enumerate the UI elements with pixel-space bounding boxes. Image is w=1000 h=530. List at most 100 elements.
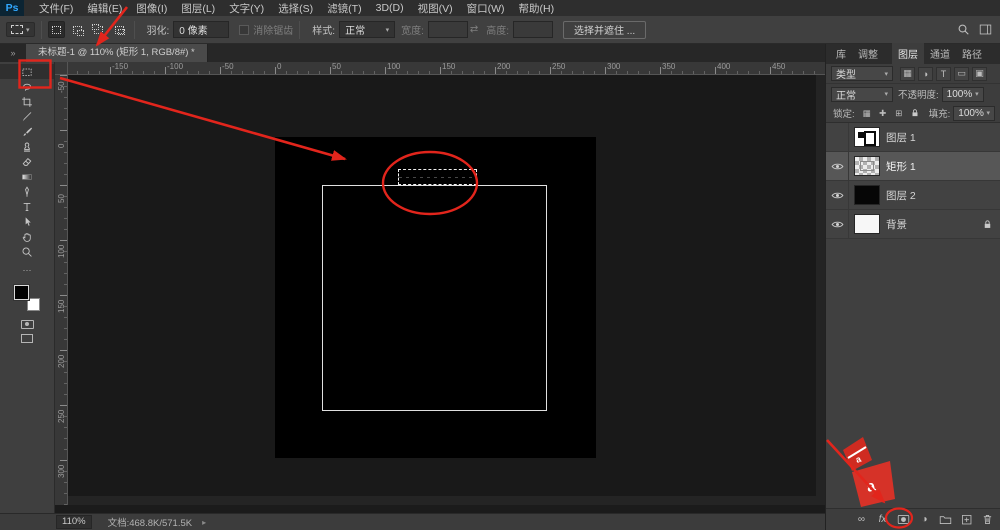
swap-dimensions-icon[interactable]: ⇄ <box>470 24 478 35</box>
intersect-selection-icon[interactable] <box>111 21 128 38</box>
visibility-toggle[interactable] <box>826 152 849 180</box>
visibility-toggle[interactable] <box>826 210 849 238</box>
quick-mask-icon[interactable] <box>0 317 54 331</box>
menu-item-3[interactable]: 图层(L) <box>174 1 222 16</box>
marquee-selection[interactable] <box>398 169 477 185</box>
lock-position-icon[interactable]: ⊞ <box>892 107 906 120</box>
add-to-selection-icon[interactable] <box>69 21 86 38</box>
panel-tab-3[interactable]: 通道 <box>924 43 956 64</box>
new-selection-icon[interactable] <box>48 21 65 38</box>
menu-item-9[interactable]: 窗口(W) <box>460 1 512 16</box>
layer-row-1[interactable]: 矩形 1 <box>826 152 1000 181</box>
panel-tab-0[interactable]: 库 <box>830 43 852 64</box>
shape-layers-filter-icon[interactable]: ▭ <box>954 67 969 81</box>
menu-item-0[interactable]: 文件(F) <box>32 1 80 16</box>
opacity-dropdown[interactable]: 100%▾ <box>942 87 984 102</box>
width-input[interactable] <box>428 21 468 38</box>
new-layer-button[interactable] <box>959 512 974 527</box>
feather-input[interactable]: 0 像素 <box>173 21 229 38</box>
width-label: 宽度: <box>401 22 424 37</box>
toolbar-ellipsis-icon[interactable]: ··· <box>0 263 54 277</box>
new-group-button[interactable] <box>938 512 953 527</box>
lock-transparent-icon[interactable]: ▦ <box>860 107 874 120</box>
filter-type-dropdown[interactable]: 类型▾ <box>831 66 893 81</box>
rectangular-marquee-tool[interactable] <box>0 64 54 79</box>
adjustment-layer-button[interactable]: ◑ <box>917 512 932 527</box>
style-value: 正常 <box>345 22 365 37</box>
search-icon[interactable] <box>954 21 972 39</box>
vertical-scrollbar[interactable] <box>816 75 825 505</box>
eyedropper-tool[interactable] <box>0 109 54 124</box>
document-info: 文档:468.8K/571.5K <box>108 515 193 529</box>
ruler-label: 200 <box>497 62 510 71</box>
ruler-label: -50 <box>57 81 66 93</box>
tool-preset-dropdown[interactable]: ▾ <box>6 22 35 37</box>
layer-row-2[interactable]: 图层 2 <box>826 181 1000 210</box>
style-dropdown[interactable]: 正常▾ <box>339 21 395 38</box>
eraser-tool[interactable] <box>0 154 54 169</box>
document-tab[interactable]: 未标题-1 @ 110% (矩形 1, RGB/8#) * <box>26 44 208 62</box>
ruler-label: 350 <box>662 62 675 71</box>
type-layers-filter-icon[interactable]: T <box>936 67 951 81</box>
subtract-from-selection-icon[interactable] <box>90 21 107 38</box>
visibility-toggle[interactable] <box>826 181 849 209</box>
blend-mode-dropdown[interactable]: 正常▾ <box>831 87 893 102</box>
adjustment-layers-filter-icon[interactable]: ◑ <box>918 67 933 81</box>
panel-tab-4[interactable]: 路径 <box>956 43 988 64</box>
pixel-layers-filter-icon[interactable]: ▦ <box>900 67 915 81</box>
path-selection-tool[interactable] <box>0 214 54 229</box>
foreground-color-swatch[interactable] <box>14 285 29 300</box>
ruler-label: -50 <box>222 62 234 71</box>
pen-tool[interactable] <box>0 184 54 199</box>
crop-tool[interactable] <box>0 94 54 109</box>
layer-row-3[interactable]: 背景 <box>826 210 1000 239</box>
lock-all-icon[interactable] <box>908 107 922 120</box>
antialias-checkbox[interactable]: 消除锯齿 <box>239 22 293 37</box>
delete-layer-button[interactable] <box>980 512 995 527</box>
add-layer-mask-button[interactable] <box>896 512 911 527</box>
menu-item-2[interactable]: 图像(I) <box>129 1 174 16</box>
gradient-tool[interactable] <box>0 169 54 184</box>
lock-pixels-icon[interactable]: ✚ <box>876 107 890 120</box>
horizontal-scrollbar[interactable] <box>68 496 816 505</box>
fill-dropdown[interactable]: 100%▾ <box>953 106 995 121</box>
layer-style-fx-button[interactable]: fx <box>875 512 890 527</box>
layer-name: 背景 <box>886 217 907 232</box>
document-canvas[interactable] <box>275 137 596 458</box>
visibility-toggle[interactable] <box>826 123 849 151</box>
clone-stamp-tool[interactable] <box>0 139 54 154</box>
hand-tool[interactable] <box>0 229 54 244</box>
layer-thumbnail[interactable] <box>854 185 880 205</box>
layer-row-0[interactable]: 图层 1 <box>826 123 1000 152</box>
lasso-tool[interactable] <box>0 79 54 94</box>
zoom-tool[interactable] <box>0 244 54 259</box>
workspace-icon[interactable] <box>976 21 994 39</box>
menu-item-8[interactable]: 视图(V) <box>411 1 460 16</box>
layer-thumbnail[interactable] <box>854 156 880 176</box>
brush-tool[interactable] <box>0 124 54 139</box>
menu-item-1[interactable]: 编辑(E) <box>80 1 129 16</box>
link-layers-button[interactable]: ∞ <box>854 512 869 527</box>
color-swatches[interactable] <box>14 285 40 311</box>
zoom-level-field[interactable]: 110% <box>56 515 92 529</box>
photoshop-logo[interactable]: Ps <box>0 0 24 16</box>
toolbar-collapse-icon[interactable]: » <box>0 44 26 62</box>
layer-thumbnail[interactable] <box>854 214 880 234</box>
menu-item-4[interactable]: 文字(Y) <box>222 1 271 16</box>
height-input[interactable] <box>513 21 553 38</box>
canvas-area[interactable] <box>68 75 817 505</box>
panel-tab-2[interactable]: 图层 <box>892 43 924 64</box>
status-caret-icon[interactable]: ▸ <box>202 518 206 527</box>
blend-opacity-row: 正常▾ 不透明度: 100%▾ <box>826 84 1000 104</box>
menu-item-7[interactable]: 3D(D) <box>369 2 411 14</box>
smart-object-filter-icon[interactable]: ▣ <box>972 67 987 81</box>
layer-thumbnail[interactable] <box>854 127 880 147</box>
menu-item-6[interactable]: 滤镜(T) <box>320 1 368 16</box>
panel-tab-1[interactable]: 调整 <box>852 43 884 64</box>
menu-item-10[interactable]: 帮助(H) <box>512 1 562 16</box>
screen-mode-icon[interactable] <box>0 331 54 345</box>
type-tool[interactable] <box>0 199 54 214</box>
select-and-mask-button[interactable]: 选择并遮住 ... <box>563 21 646 39</box>
menu-item-5[interactable]: 选择(S) <box>271 1 320 16</box>
checkbox-icon <box>239 25 249 35</box>
